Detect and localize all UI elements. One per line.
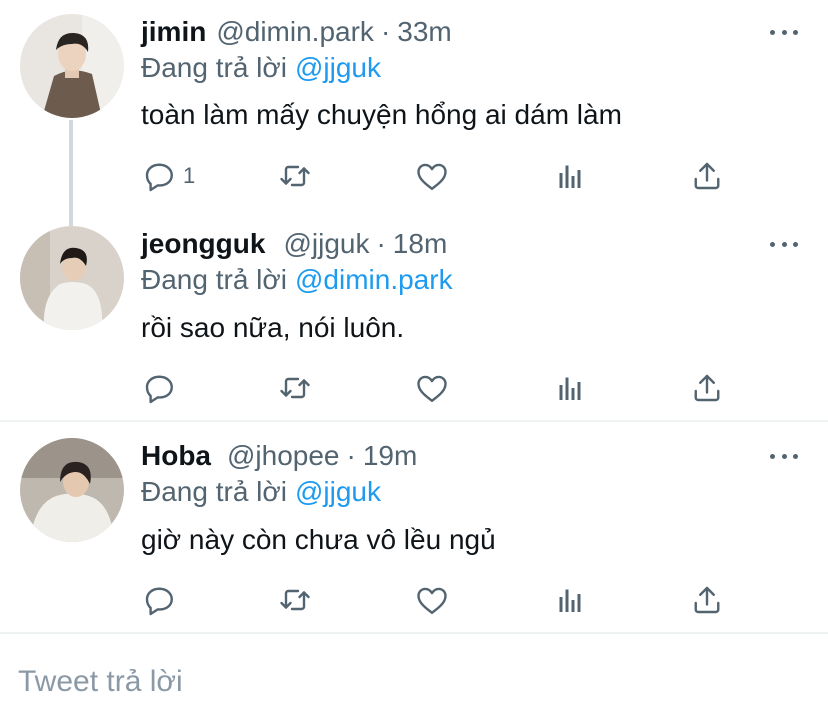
thread-line: [69, 120, 73, 226]
timestamp[interactable]: 19m: [363, 440, 417, 471]
tweet-header: jimin @dimin.park · 33m: [141, 15, 452, 49]
reply-button[interactable]: [141, 370, 183, 406]
share-icon: [689, 582, 725, 618]
replying-to: Đang trả lời @jjguk: [141, 51, 381, 85]
tweet-header: Hoba @jhopee · 19m: [141, 439, 417, 473]
like-button[interactable]: [414, 582, 450, 618]
retweet-icon: [277, 158, 313, 194]
views-button[interactable]: [552, 158, 588, 194]
action-bar: 1: [141, 158, 741, 194]
replying-to-label: Đang trả lời: [141, 52, 287, 83]
replying-to: Đang trả lời @jjguk: [141, 475, 381, 509]
author-handle[interactable]: @dimin.park: [216, 16, 374, 47]
tweet-text: rồi sao nữa, nói luôn.: [141, 312, 405, 343]
views-button[interactable]: [552, 582, 588, 618]
tweet-divider: [0, 420, 828, 422]
reply-icon: [141, 582, 177, 618]
avatar[interactable]: [20, 14, 124, 118]
separator-dot: ·: [346, 440, 356, 471]
analytics-icon: [552, 582, 588, 618]
retweet-icon: [277, 582, 313, 618]
reply-button[interactable]: [141, 582, 183, 618]
replying-to-label: Đang trả lời: [141, 264, 287, 295]
share-button[interactable]: [689, 370, 725, 406]
retweet-button[interactable]: [277, 158, 313, 194]
more-icon[interactable]: [770, 239, 798, 249]
replying-to-mention[interactable]: @jjguk: [295, 476, 381, 507]
replying-to-label: Đang trả lời: [141, 476, 287, 507]
heart-icon: [414, 370, 450, 406]
avatar[interactable]: [20, 438, 124, 542]
action-bar: [141, 582, 741, 618]
share-button[interactable]: [689, 582, 725, 618]
views-button[interactable]: [552, 370, 588, 406]
author-name[interactable]: jimin: [141, 16, 206, 47]
retweet-icon: [277, 370, 313, 406]
action-bar: [141, 370, 741, 406]
replying-to-mention[interactable]: @jjguk: [295, 52, 381, 83]
more-icon[interactable]: [770, 451, 798, 461]
author-handle[interactable]: @jjguk: [283, 228, 369, 259]
retweet-button[interactable]: [277, 582, 313, 618]
heart-icon: [414, 158, 450, 194]
like-button[interactable]: [414, 158, 450, 194]
timestamp[interactable]: 18m: [393, 228, 447, 259]
replying-to: Đang trả lời @dimin.park: [141, 263, 453, 297]
like-button[interactable]: [414, 370, 450, 406]
avatar[interactable]: [20, 226, 124, 330]
composer-divider: [0, 632, 828, 634]
analytics-icon: [552, 158, 588, 194]
analytics-icon: [552, 370, 588, 406]
author-name[interactable]: Hoba: [141, 440, 211, 471]
reply-composer-input[interactable]: [18, 660, 798, 704]
timestamp[interactable]: 33m: [397, 16, 451, 47]
author-name[interactable]: jeongguk: [141, 228, 265, 259]
tweet-3[interactable]: Hoba @jhopee · 19m Đang trả lời @jjguk giờ n…: [0, 424, 828, 632]
tweet-1[interactable]: jimin @dimin.park · 33m Đang trả lời @jjguk …: [0, 0, 828, 226]
reply-icon: [141, 370, 177, 406]
tweet-text: toàn làm mấy chuyện hổng ai dám làm: [141, 99, 622, 130]
retweet-button[interactable]: [277, 370, 313, 406]
share-icon: [689, 158, 725, 194]
separator-dot: ·: [376, 228, 386, 259]
author-handle[interactable]: @jhopee: [227, 440, 340, 471]
tweet-header: jeongguk @jjguk · 18m: [141, 227, 447, 261]
tweet-text: giờ này còn chưa vô lều ngủ: [141, 524, 496, 555]
separator-dot: ·: [380, 16, 391, 47]
reply-count: 1: [183, 163, 196, 188]
share-button[interactable]: [689, 158, 725, 194]
replying-to-mention[interactable]: @dimin.park: [295, 264, 453, 295]
tweet-2[interactable]: jeongguk @jjguk · 18m Đang trả lời @dimin.pa…: [0, 212, 828, 420]
reply-button[interactable]: 1: [141, 158, 195, 194]
reply-icon: [141, 158, 177, 194]
heart-icon: [414, 582, 450, 618]
share-icon: [689, 370, 725, 406]
more-icon[interactable]: [770, 27, 798, 37]
